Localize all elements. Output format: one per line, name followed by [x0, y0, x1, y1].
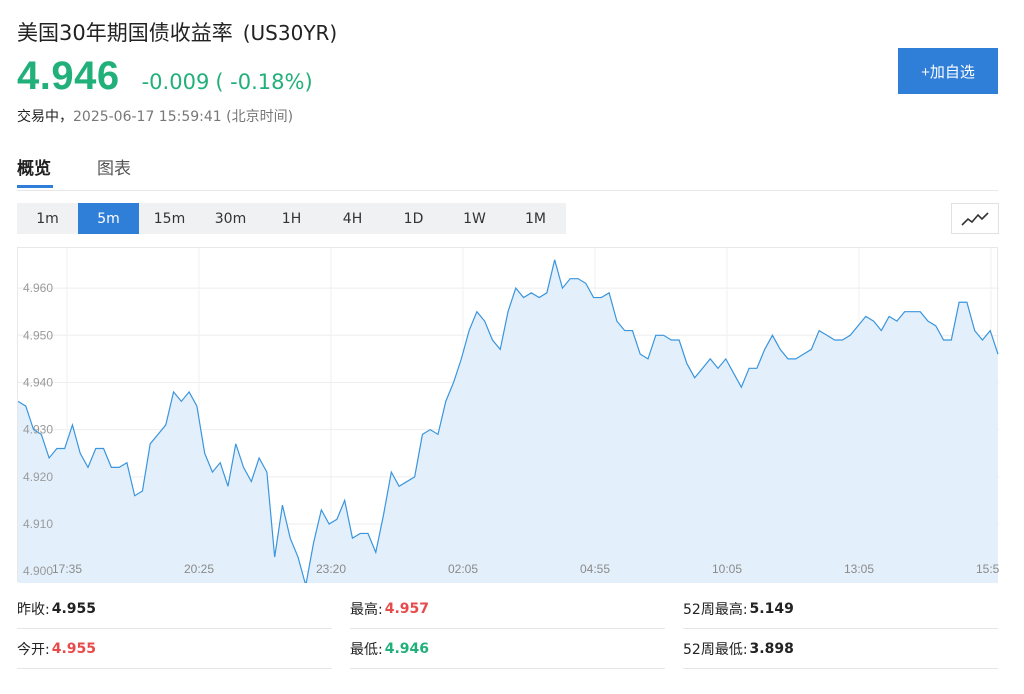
interval-1m[interactable]: 1m [17, 203, 78, 234]
chart-canvas: 4.900 4.910 4.920 4.930 4.940 4.950 4.960 17:3… [18, 248, 999, 583]
x-tick-label: 20:25 [184, 562, 214, 576]
stat-low: 最低: 4.946 [350, 630, 665, 669]
stats-panel: 昨收: 4.955 最高: 4.957 52周最高: 5.149 今开: 4.9… [17, 590, 998, 690]
tab-overview[interactable]: 概览 [17, 154, 51, 179]
chart-type-button[interactable] [951, 203, 999, 234]
tab-bar: 概览 图表 [17, 150, 998, 191]
y-tick-label: 4.940 [23, 375, 53, 389]
stat-label: 昨收: [17, 602, 50, 618]
change-value: -0.009 [141, 70, 210, 94]
x-tick-label: 10:05 [712, 562, 742, 576]
line-chart-icon [961, 211, 989, 226]
status-timestamp: 2025-06-17 15:59:41 (北京时间) [73, 109, 294, 125]
x-tick-label: 15:55 [976, 562, 999, 576]
interval-selector: 1m 5m 15m 30m 1H 4H 1D 1W 1M [17, 203, 566, 234]
stat-52w-low: 52周最低: 3.898 [683, 630, 998, 669]
y-tick-label: 4.950 [23, 328, 53, 342]
tab-chart[interactable]: 图表 [97, 154, 131, 179]
x-tick-label: 23:20 [316, 562, 346, 576]
status-state: 交易中， [17, 109, 73, 125]
interval-1w[interactable]: 1W [444, 203, 505, 234]
stat-label: 52周最高: [683, 602, 748, 618]
x-tick-label: 17:35 [52, 562, 82, 576]
stat-high: 最高: 4.957 [350, 590, 665, 629]
interval-1h[interactable]: 1H [261, 203, 322, 234]
active-tab-indicator [17, 185, 53, 188]
stat-label: 最高: [350, 602, 383, 618]
interval-4h[interactable]: 4H [322, 203, 383, 234]
interval-15m[interactable]: 15m [139, 203, 200, 234]
interval-5m[interactable]: 5m [78, 203, 139, 234]
stat-value: 4.946 [384, 641, 430, 657]
ticker-symbol: (US30YR) [242, 21, 338, 45]
price-row: 4.946 -0.009( -0.18%) [17, 54, 313, 99]
page-title: 美国30年期国债收益率 [17, 21, 233, 45]
y-tick-label: 4.910 [23, 517, 53, 531]
interval-1mo[interactable]: 1M [505, 203, 566, 234]
quote-header: 美国30年期国债收益率 (US30YR) [17, 17, 337, 47]
stat-label: 今开: [17, 642, 50, 658]
price-change: -0.009( -0.18%) [142, 70, 313, 94]
interval-1d[interactable]: 1D [383, 203, 444, 234]
stat-value: 3.898 [749, 641, 794, 657]
y-tick-label: 4.930 [23, 423, 53, 437]
x-tick-label: 04:55 [580, 562, 610, 576]
interval-30m[interactable]: 30m [200, 203, 261, 234]
add-watchlist-button[interactable]: +加自选 [898, 48, 998, 94]
trading-status: 交易中，2025-06-17 15:59:41 (北京时间) [17, 106, 293, 126]
stat-52w-high: 52周最高: 5.149 [683, 590, 998, 629]
stat-prev-close: 昨收: 4.955 [17, 590, 332, 629]
x-tick-label: 13:05 [844, 562, 874, 576]
y-tick-label: 4.920 [23, 470, 53, 484]
stat-value: 4.955 [51, 601, 97, 617]
stat-open: 今开: 4.955 [17, 630, 332, 669]
y-tick-label: 4.900 [23, 564, 53, 578]
x-tick-label: 02:05 [448, 562, 478, 576]
change-percent: ( -0.18%) [215, 70, 313, 94]
y-tick-label: 4.960 [23, 281, 53, 295]
last-price: 4.946 [17, 54, 120, 98]
stat-value: 5.149 [749, 601, 794, 617]
stat-label: 52周最低: [683, 642, 748, 658]
series-area [18, 259, 998, 583]
stat-value: 4.957 [384, 601, 430, 617]
stat-label: 最低: [350, 642, 383, 658]
price-chart[interactable]: 4.900 4.910 4.920 4.930 4.940 4.950 4.960 17:3… [17, 247, 999, 583]
stat-value: 4.955 [51, 641, 97, 657]
